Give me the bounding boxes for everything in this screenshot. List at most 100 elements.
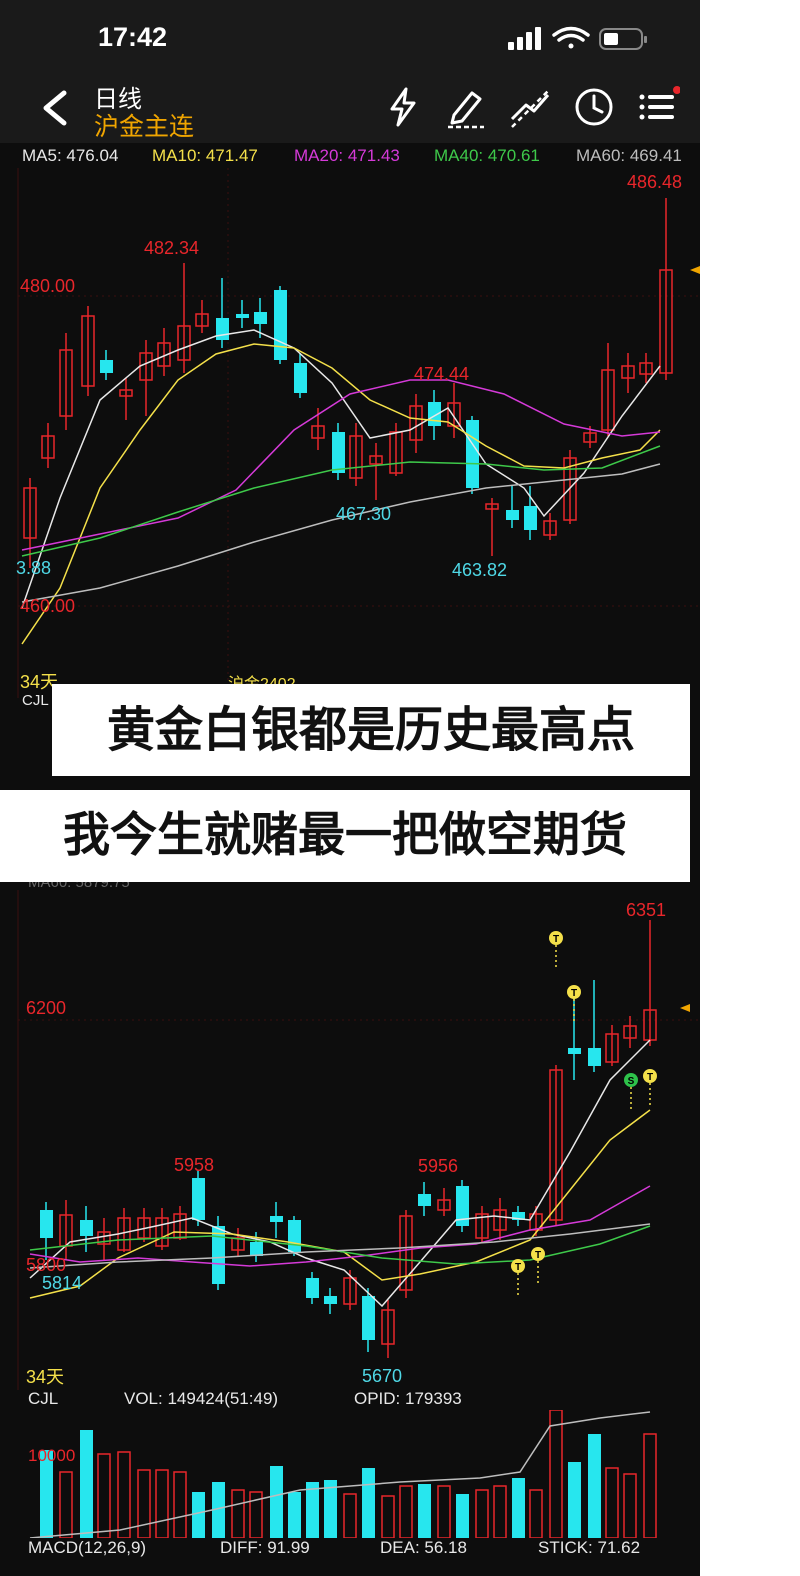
volume-bar-down (270, 1466, 283, 1538)
volume-bar-up (493, 1485, 507, 1538)
clock-icon[interactable] (572, 85, 616, 129)
candle-body-down (306, 1278, 319, 1298)
volume-bar-up (155, 1469, 169, 1538)
chart2-low1-label: 5814 (42, 1273, 83, 1293)
volume-bar-up (437, 1485, 451, 1538)
macd-stick: STICK: 71.62 (538, 1538, 641, 1557)
volume-value: VOL: 149424(51:49) (124, 1389, 279, 1408)
volume-bar-down (306, 1482, 319, 1538)
contract-name[interactable]: 沪金主连 (94, 107, 194, 143)
ma20-value: MA20: 471.43 (294, 146, 400, 165)
chart2-high-label: 6351 (626, 900, 667, 920)
ma-lines (29, 1039, 651, 1308)
candle-body-down (80, 1220, 93, 1236)
battery-icon (599, 28, 647, 50)
candle-body-down (294, 363, 307, 393)
chart-screen: 17:42 日线 沪金主连 MA5: 476.04 MA10: 471.47 M… (0, 0, 800, 1576)
trade-markers: T T T T T S (511, 931, 657, 1296)
status-time: 17:42 (98, 22, 168, 52)
candle-body-down (212, 1226, 225, 1284)
chart1-high-label: 486.48 (627, 172, 683, 192)
candle-body-down (332, 432, 345, 473)
trend-line-icon[interactable] (508, 85, 552, 129)
candle-body-down (192, 1178, 205, 1220)
candle-body-down (40, 1210, 53, 1238)
lightning-icon[interactable] (382, 85, 426, 129)
macd-dea: DEA: 56.18 (380, 1538, 467, 1557)
chart1-cjl: CJL (22, 692, 49, 709)
macd-diff: DIFF: 91.99 (220, 1538, 310, 1557)
volume-bar-up (529, 1489, 543, 1538)
opid-value: OPID: 179393 (354, 1389, 462, 1408)
volume-bar-down (362, 1468, 375, 1538)
volume-cjl: CJL (28, 1389, 59, 1408)
volume-bar-up (59, 1471, 73, 1538)
notification-dot (673, 86, 680, 94)
menu-icon[interactable] (636, 85, 680, 129)
candle-body-down (568, 1048, 581, 1054)
ma60-value: MA60: 469.41 (576, 146, 682, 165)
chart1-peak2-label: 474.44 (414, 364, 470, 384)
volume-bar-up (381, 1495, 395, 1538)
volume-bar-up (97, 1453, 111, 1538)
chart1-low1-label: 467.30 (336, 504, 392, 524)
candle-body-down (250, 1242, 263, 1256)
back-arrow-icon[interactable] (38, 89, 72, 127)
marker-text: T (535, 1250, 541, 1261)
caption-line-1: 黄金白银都是历史最高点 (52, 684, 690, 776)
candle-body-down (418, 1194, 431, 1206)
chart1-left-label: 3.88 (16, 558, 52, 578)
volume-bar-down (192, 1492, 205, 1538)
marker-text: T (571, 988, 577, 999)
candle-body-down (270, 1216, 283, 1222)
wifi-icon (552, 26, 590, 49)
draw-pen-icon[interactable] (444, 85, 488, 129)
candle-body-down (466, 420, 479, 488)
ma10-value: MA10: 471.47 (152, 146, 258, 165)
candle-body-down (288, 1220, 301, 1252)
price-marker (680, 1004, 690, 1012)
silver-candlestick-chart[interactable]: T T T T T S (0, 890, 700, 1390)
gold-candlestick-chart[interactable] (0, 168, 700, 698)
volume-bar-down (418, 1484, 431, 1538)
chart1-low2-label: 463.82 (452, 560, 508, 580)
signal-icon (508, 27, 541, 50)
volume-bar-up (399, 1485, 413, 1538)
status-bar: 17:42 (0, 0, 700, 75)
candle-body-down (216, 318, 229, 340)
chart1-level-460: 460.00 (20, 596, 76, 616)
volume-bar-up (231, 1489, 245, 1538)
ma60-line (29, 1223, 651, 1269)
volume-bars (40, 1410, 657, 1538)
opid-line (29, 1411, 651, 1538)
volume-bar-down (456, 1494, 469, 1538)
chart1-peak1-label: 482.34 (144, 238, 200, 258)
ma40-value: MA40: 470.61 (434, 146, 540, 165)
volume-bar-down (588, 1434, 601, 1538)
status-icons (508, 26, 647, 50)
candle-body-down (506, 510, 519, 520)
volume-chart (29, 1410, 657, 1538)
marker-text: T (553, 934, 559, 945)
ma10-line (29, 1109, 651, 1299)
volume-bar-up (343, 1493, 357, 1538)
candle-body-down (100, 360, 113, 373)
caption-line-2: 我今生就赌最一把做空期货 (0, 790, 690, 882)
chart2-level-6200: 6200 (26, 998, 67, 1018)
chart2-peak2-label: 5956 (418, 1156, 459, 1176)
volume-bar-up (605, 1467, 619, 1538)
volume-bar-up (173, 1471, 187, 1538)
candle-body-down (236, 314, 249, 318)
marker-text: T (515, 1262, 521, 1273)
chart2-days: 34天 (26, 1367, 65, 1387)
volume-bar-down (512, 1478, 525, 1538)
ma-legend: MA5: 476.04 MA10: 471.47 MA20: 471.43 MA… (0, 146, 700, 168)
right-margin (700, 0, 800, 1576)
volume-bar-down (288, 1492, 301, 1538)
ma5-value: MA5: 476.04 (22, 146, 119, 165)
volume-level: 10000 (28, 1446, 76, 1465)
candle-body-down (254, 312, 267, 324)
volume-bar-up (643, 1433, 657, 1538)
chart2-peak1-label: 5958 (174, 1155, 215, 1175)
marker-text: T (647, 1072, 653, 1083)
